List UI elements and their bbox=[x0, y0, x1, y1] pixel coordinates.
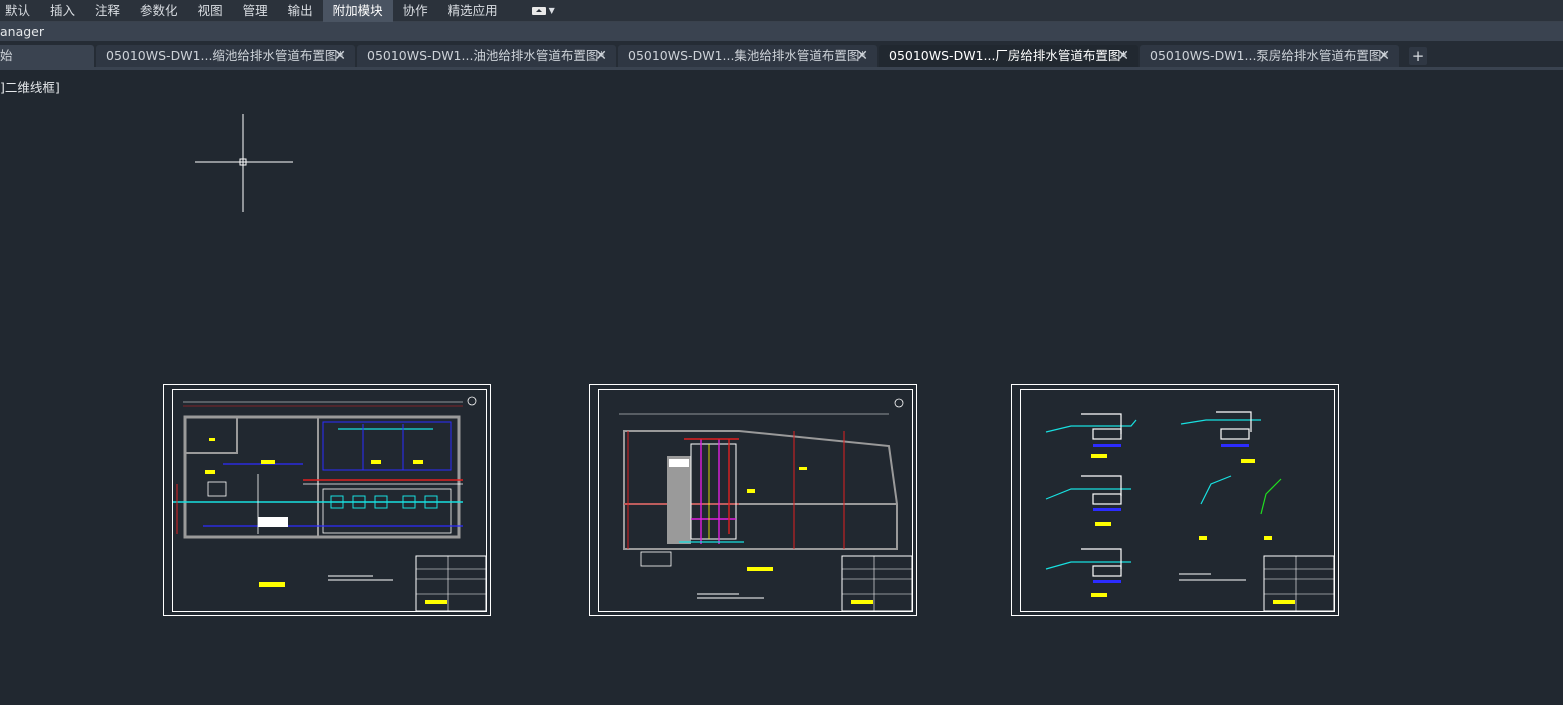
ribbon-tab-default[interactable]: 默认 bbox=[0, 0, 40, 22]
doc-tab-3[interactable]: 05010WS-DW1...集池给排水管道布置图* ✕ bbox=[618, 45, 877, 67]
drawing-sheet-2[interactable] bbox=[589, 384, 917, 616]
ribbon-tab-manage[interactable]: 管理 bbox=[233, 0, 278, 22]
minimize-panels-icon bbox=[531, 6, 546, 15]
chevron-down-icon: ▼ bbox=[548, 5, 555, 15]
ribbon-tab-output[interactable]: 输出 bbox=[278, 0, 323, 22]
doc-tab-1[interactable]: 05010WS-DW1...缩池给排水管道布置图* ✕ bbox=[96, 45, 355, 67]
drawing-sheet-1[interactable] bbox=[163, 384, 491, 616]
doc-tab-start[interactable]: 始 bbox=[0, 45, 94, 67]
close-icon[interactable]: ✕ bbox=[856, 45, 868, 67]
close-icon[interactable]: ✕ bbox=[1117, 45, 1129, 67]
viewport-visual-style-control[interactable]: ]二维线框] bbox=[0, 77, 60, 96]
close-icon[interactable]: ✕ bbox=[334, 45, 346, 67]
doc-tab-label: 05010WS-DW1...泵房给排水管道布置图* bbox=[1150, 48, 1388, 63]
doc-tab-4-active[interactable]: 05010WS-DW1...厂房给排水管道布置图* ✕ bbox=[879, 45, 1138, 67]
ribbon-tab-annotate[interactable]: 注释 bbox=[85, 0, 130, 22]
doc-tab-label: 05010WS-DW1...厂房给排水管道布置图* bbox=[889, 48, 1127, 63]
doc-tab-start-label: 始 bbox=[0, 48, 13, 63]
drawing-sheet-3[interactable] bbox=[1011, 384, 1339, 616]
ribbon-tab-bar: 默认 插入 注释 参数化 视图 管理 输出 附加模块 协作 精选应用 ▼ bbox=[0, 0, 1563, 22]
doc-tab-label: 05010WS-DW1...油池给排水管道布置图* bbox=[367, 48, 605, 63]
doc-tab-5[interactable]: 05010WS-DW1...泵房给排水管道布置图* ✕ bbox=[1140, 45, 1399, 67]
ribbon-tab-collaborate[interactable]: 协作 bbox=[393, 0, 438, 22]
doc-tab-2[interactable]: 05010WS-DW1...油池给排水管道布置图* ✕ bbox=[357, 45, 616, 67]
ribbon-tab-parametric[interactable]: 参数化 bbox=[130, 0, 188, 22]
new-tab-button[interactable]: + bbox=[1409, 47, 1427, 65]
sheet-set-manager-bar[interactable]: anager bbox=[0, 22, 1563, 41]
ribbon-panel-toggle-button[interactable]: ▼ bbox=[522, 0, 565, 22]
ribbon-tab-addins[interactable]: 附加模块 bbox=[322, 0, 393, 22]
document-tab-bar: 始 05010WS-DW1...缩池给排水管道布置图* ✕ 05010WS-DW… bbox=[0, 41, 1563, 70]
crosshair-cursor-icon bbox=[195, 114, 293, 212]
ribbon-tab-featured-apps[interactable]: 精选应用 bbox=[438, 0, 508, 22]
ribbon-tab-view[interactable]: 视图 bbox=[188, 0, 233, 22]
close-icon[interactable]: ✕ bbox=[595, 45, 607, 67]
manager-bar-label: anager bbox=[0, 24, 45, 39]
close-icon[interactable]: ✕ bbox=[1378, 45, 1390, 67]
ribbon-tab-insert[interactable]: 插入 bbox=[40, 0, 85, 22]
doc-tab-label: 05010WS-DW1...集池给排水管道布置图* bbox=[628, 48, 866, 63]
doc-tab-label: 05010WS-DW1...缩池给排水管道布置图* bbox=[106, 48, 344, 63]
